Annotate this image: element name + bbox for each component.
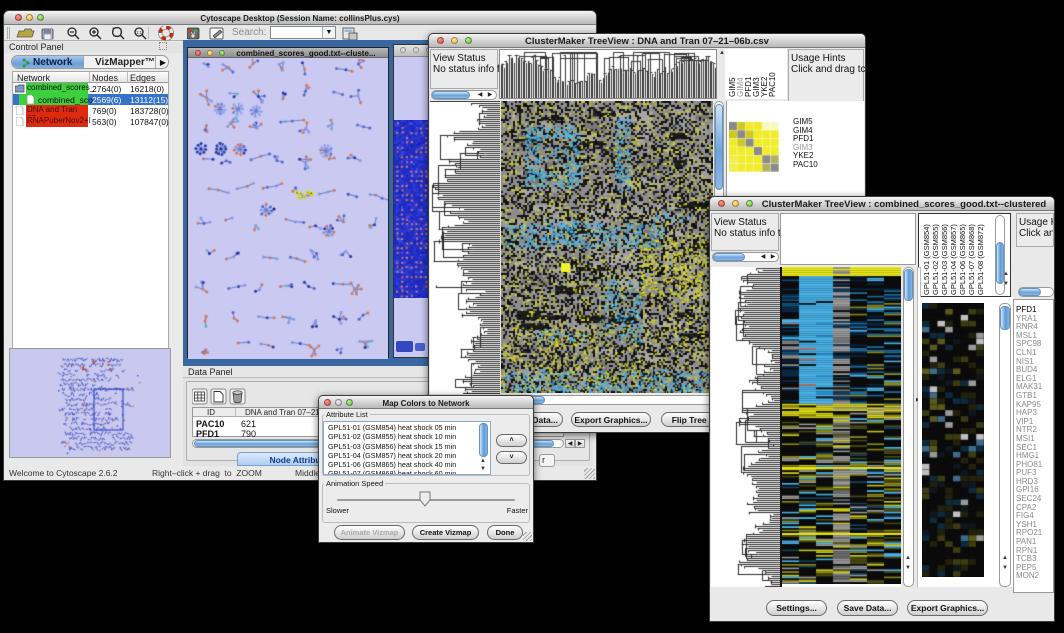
svg-text:1:1: 1:1	[136, 30, 142, 35]
